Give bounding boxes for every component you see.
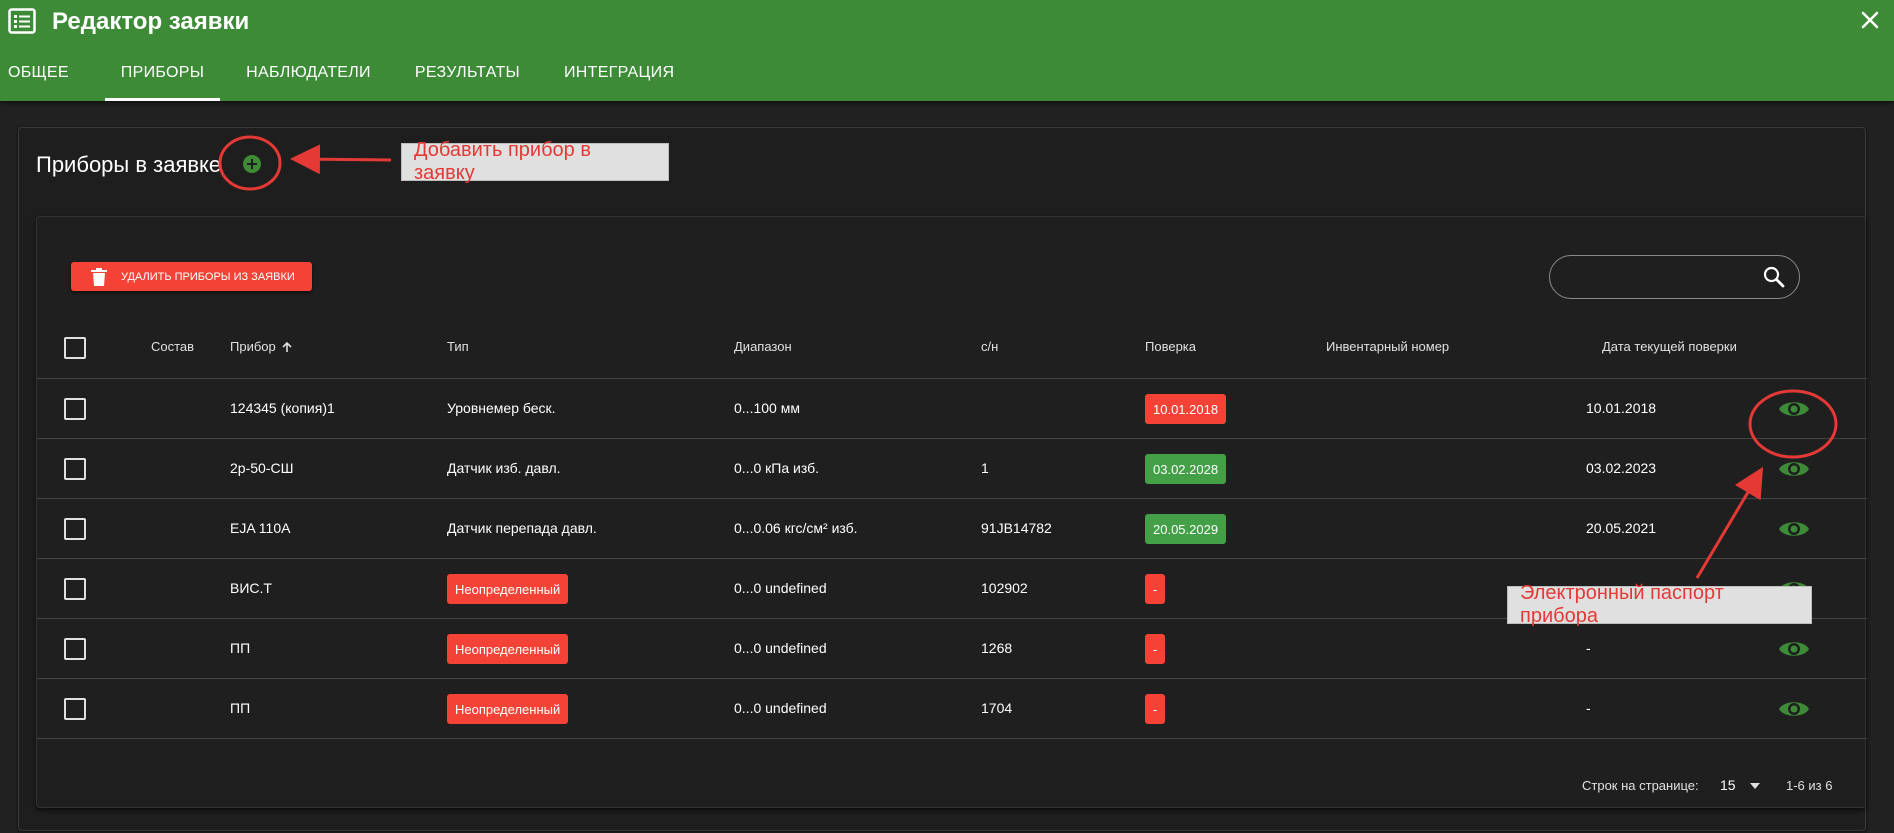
device-range: 0...0.06 кгс/см² изб. [734, 520, 858, 536]
verification-badge: - [1145, 574, 1166, 604]
device-type-badge: Неопределенный [447, 574, 569, 604]
header-verification[interactable]: Поверка [1145, 339, 1196, 354]
device-name: 124345 (копия)1 [230, 400, 335, 416]
device-type: Уровнемер беск. [447, 400, 556, 416]
add-circle-icon[interactable] [243, 155, 261, 173]
device-type-badge: Неопределенный [447, 694, 569, 724]
row-checkbox[interactable] [64, 398, 86, 420]
header-current-verification-date[interactable]: Дата текущей поверки [1602, 339, 1737, 354]
section-title: Приборы в заявке [36, 152, 222, 177]
tab-general[interactable]: ОБЩЕЕ [0, 58, 87, 101]
select-all-checkbox[interactable] [64, 337, 86, 359]
delete-devices-button[interactable]: УДАЛИТЬ ПРИБОРЫ ИЗ ЗАЯВКИ [71, 262, 312, 291]
device-serial: 91JB14782 [981, 520, 1052, 536]
device-type: Датчик изб. давл. [447, 460, 561, 476]
header-range[interactable]: Диапазон [734, 339, 792, 354]
verification-badge: 10.01.2018 [1145, 394, 1227, 424]
delete-devices-label: УДАЛИТЬ ПРИБОРЫ ИЗ ЗАЯВКИ [121, 270, 295, 283]
pagination-range: 1-6 из 6 [1786, 778, 1833, 793]
rows-per-page-select[interactable]: 15 [1720, 777, 1736, 793]
rows-per-page-label: Строк на странице: [1582, 778, 1699, 793]
device-name: ПП [230, 700, 251, 716]
device-range: 0...0 кПа изб. [734, 460, 819, 476]
current-verification-date: 20.05.2021 [1586, 520, 1657, 536]
current-verification-date: 03.02.2023 [1586, 460, 1657, 476]
device-serial: 102902 [981, 580, 1028, 596]
header-device-label: Прибор [230, 339, 276, 354]
device-serial: 1 [981, 460, 989, 476]
row-checkbox[interactable] [64, 698, 86, 720]
header-type[interactable]: Тип [447, 339, 469, 354]
device-range: 0...100 мм [734, 400, 800, 416]
title-bar: Редактор заявки [0, 0, 1894, 42]
devices-table-card: УДАЛИТЬ ПРИБОРЫ ИЗ ЗАЯВКИ Состав Прибор … [36, 216, 1867, 808]
close-icon[interactable] [1856, 6, 1884, 34]
table-row: 124345 (копия)1 Уровнемер беск. 0...100 … [37, 379, 1867, 439]
search-input[interactable] [1564, 264, 1754, 290]
verification-badge: 20.05.2029 [1145, 514, 1227, 544]
device-name: ПП [230, 640, 251, 656]
row-checkbox[interactable] [64, 578, 86, 600]
header-composition[interactable]: Состав [151, 339, 194, 354]
app-bar: Редактор заявки ОБЩЕЕ ПРИБОРЫ НАБЛЮДАТЕЛ… [0, 0, 1894, 101]
annotation-passport: Электронный паспорт прибора [1507, 582, 1812, 627]
device-name: ВИС.Т [230, 580, 272, 596]
arrow-up-icon [282, 341, 292, 352]
header-device[interactable]: Прибор [230, 339, 293, 354]
verification-badge: - [1145, 634, 1166, 664]
devices-table: Состав Прибор Тип Диапазон с/н Поверка И… [37, 319, 1867, 739]
devices-card: Приборы в заявке УДАЛИТЬ ПРИБОРЫ ИЗ ЗАЯВ… [18, 127, 1867, 831]
current-verification-date: - [1586, 640, 1591, 656]
table-row: 2р-50-СШ Датчик изб. давл. 0...0 кПа изб… [37, 439, 1867, 499]
tab-results[interactable]: РЕЗУЛЬТАТЫ [407, 58, 538, 101]
header-inventory[interactable]: Инвентарный номер [1326, 339, 1449, 354]
device-serial: 1268 [981, 640, 1013, 656]
device-range: 0...0 undefined [734, 640, 827, 656]
device-name: 2р-50-СШ [230, 460, 294, 476]
current-verification-date: - [1586, 700, 1591, 716]
header-serial[interactable]: с/н [981, 339, 998, 354]
row-checkbox[interactable] [64, 638, 86, 660]
table-row: ПП Неопределенный 0...0 undefined 1268 -… [37, 619, 1867, 679]
verification-badge: - [1145, 694, 1166, 724]
eye-icon[interactable] [1778, 455, 1810, 483]
search-icon[interactable] [1763, 266, 1785, 288]
device-name: EJA 110A [230, 520, 291, 536]
eye-icon[interactable] [1778, 635, 1810, 663]
eye-icon[interactable] [1778, 395, 1810, 423]
app-title: Редактор заявки [52, 8, 250, 35]
caret-down-icon[interactable] [1750, 782, 1760, 790]
device-type-badge: Неопределенный [447, 634, 569, 664]
verification-badge: 03.02.2028 [1145, 454, 1227, 484]
device-serial: 1704 [981, 700, 1013, 716]
tab-observers[interactable]: НАБЛЮДАТЕЛИ [238, 58, 389, 101]
eye-icon[interactable] [1778, 695, 1810, 723]
device-type: Датчик перепада давл. [447, 520, 597, 536]
annotation-add-device: Добавить прибор в заявку [401, 139, 669, 184]
device-range: 0...0 undefined [734, 700, 827, 716]
table-row: EJA 110A Датчик перепада давл. 0...0.06 … [37, 499, 1867, 559]
search-field[interactable] [1549, 255, 1800, 299]
row-checkbox[interactable] [64, 458, 86, 480]
table-row: ПП Неопределенный 0...0 undefined 1704 -… [37, 679, 1867, 739]
tab-devices[interactable]: ПРИБОРЫ [104, 58, 221, 101]
eye-icon[interactable] [1778, 515, 1810, 543]
table-header: Состав Прибор Тип Диапазон с/н Поверка И… [37, 319, 1867, 379]
pagination: Строк на странице: 15 1-6 из 6 [37, 760, 1867, 808]
tab-integration[interactable]: ИНТЕГРАЦИЯ [556, 58, 692, 101]
current-verification-date: 10.01.2018 [1586, 400, 1657, 416]
trash-icon [91, 267, 107, 286]
device-range: 0...0 undefined [734, 580, 827, 596]
row-checkbox[interactable] [64, 518, 86, 540]
tab-bar: ОБЩЕЕ ПРИБОРЫ НАБЛЮДАТЕЛИ РЕЗУЛЬТАТЫ ИНТ… [0, 58, 710, 101]
list-icon [8, 8, 36, 34]
